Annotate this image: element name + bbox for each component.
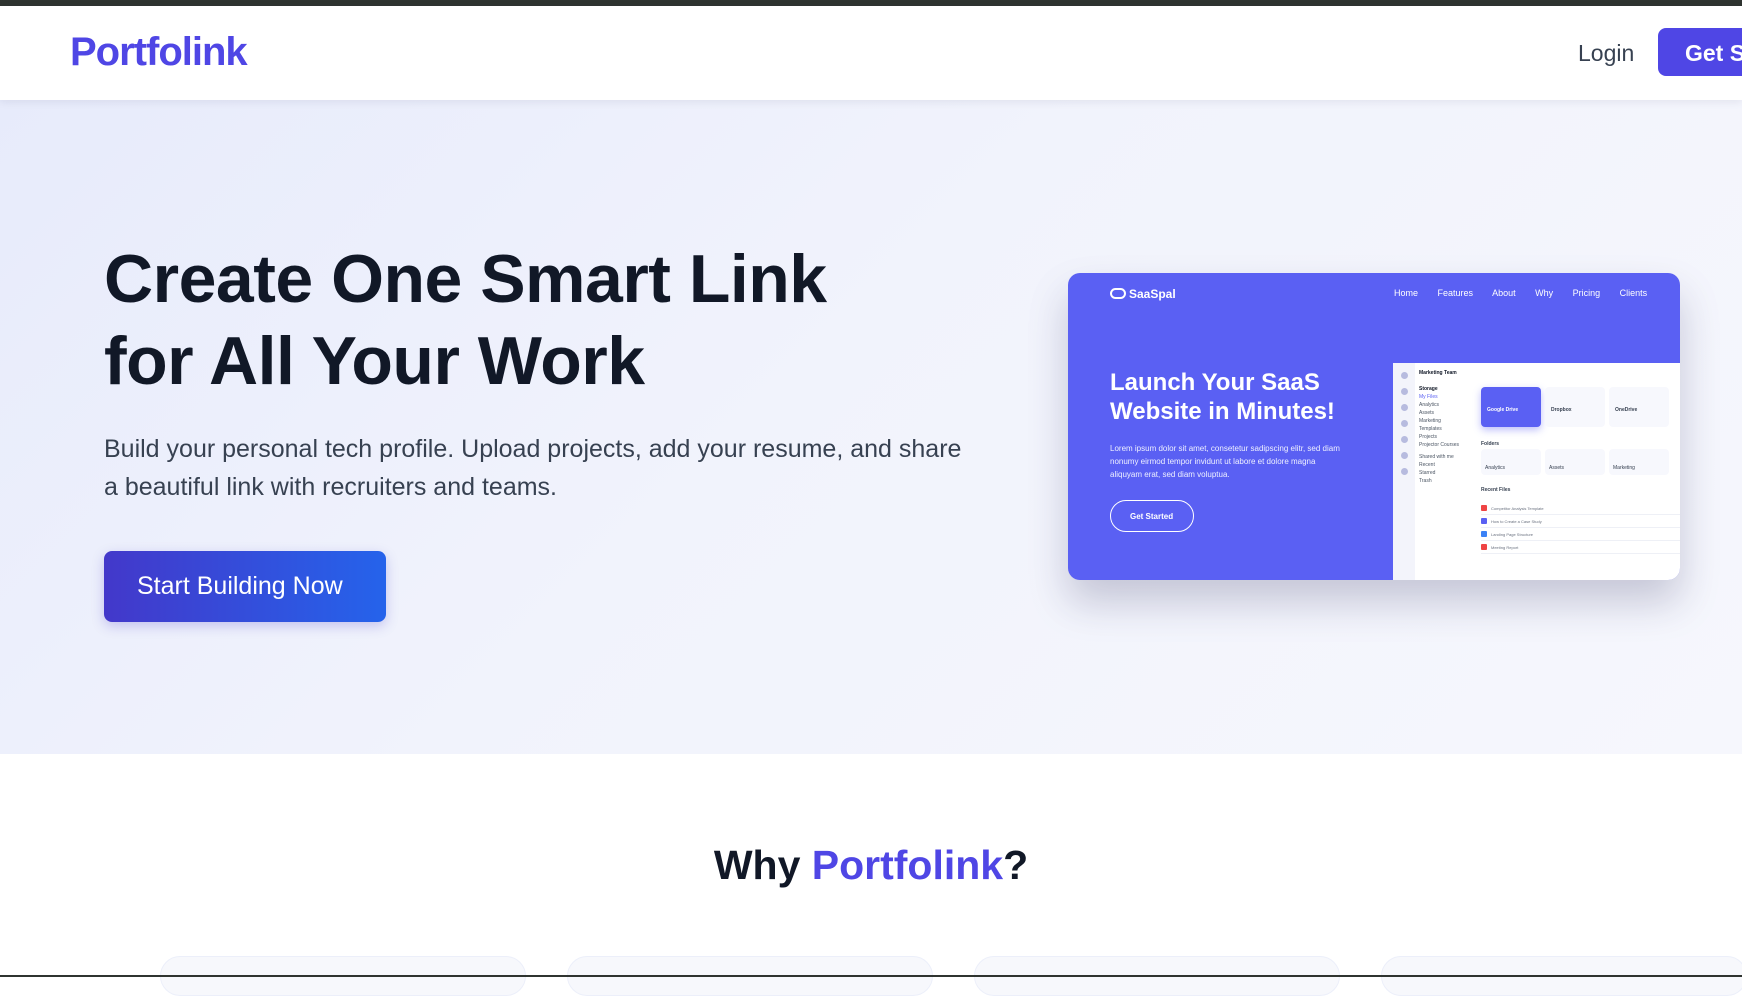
file-name: How to Create a Case Study: [1491, 519, 1542, 524]
file-row: Competitor Analysis Template: [1481, 505, 1680, 515]
hero-title-line2: for All Your Work: [104, 323, 645, 399]
hero-subtitle: Build your personal tech profile. Upload…: [104, 435, 962, 501]
hero-title-line1: Create One Smart Link: [104, 241, 827, 317]
file-name: Landing Page Structure: [1491, 532, 1534, 537]
preview-nav: Home Features About Why Pricing Clients: [1394, 288, 1664, 298]
preview-brand-label: SaaSpal: [1129, 287, 1176, 301]
preview-screenshot: SaaSpal Home Features About Why Pricing …: [1068, 273, 1680, 580]
folder-card: Marketing: [1609, 449, 1669, 475]
dashboard-my-files: My Files: [1419, 394, 1438, 400]
tree-item: Projects: [1419, 434, 1438, 440]
preview-brand: SaaSpal: [1110, 287, 1176, 301]
preview-nav-item: Features: [1437, 288, 1474, 298]
storage-card-label: OneDrive: [1615, 407, 1638, 413]
preview-body: Lorem ipsum dolor sit amet, consetetur s…: [1110, 444, 1340, 479]
file-name: Competitor Analysis Template: [1491, 506, 1544, 511]
dashboard-link: Recent: [1419, 462, 1435, 468]
why-heading: Why Portfolink?: [0, 842, 1742, 889]
storage-card-label: Google Drive: [1487, 407, 1519, 413]
dashboard-link: Starred: [1419, 470, 1436, 476]
hero-section: Create One Smart Link for All Your Work …: [0, 100, 1742, 754]
dashboard-team: Marketing Team: [1419, 370, 1457, 376]
start-building-button[interactable]: Start Building Now: [104, 551, 386, 622]
file-row: Landing Page Structure: [1481, 531, 1680, 541]
preview-button: Get Started: [1110, 500, 1194, 532]
hero-title: Create One Smart Link for All Your Work: [104, 238, 924, 402]
dashboard-link: Trash: [1419, 478, 1432, 484]
why-suffix: ?: [1003, 842, 1029, 888]
dashboard-sidebar: [1393, 363, 1415, 580]
file-row: How to Create a Case Study: [1481, 518, 1680, 528]
tree-item: Projector Courses: [1419, 442, 1460, 448]
folders-label: Folders: [1481, 441, 1500, 447]
preview-nav-item: Clients: [1619, 288, 1648, 298]
site-logo[interactable]: Portfolink: [70, 30, 248, 75]
login-link[interactable]: Login: [1578, 40, 1634, 67]
folder-label: Assets: [1549, 465, 1565, 471]
folder-card: Analytics: [1481, 449, 1541, 475]
preview-dashboard: Marketing Team Storage My Files Analytic…: [1393, 363, 1680, 580]
preview-nav-item: Why: [1535, 288, 1554, 298]
storage-card: Dropbox: [1545, 387, 1605, 427]
folder-card: Assets: [1545, 449, 1605, 475]
tree-item: Templates: [1419, 426, 1442, 432]
get-started-button[interactable]: Get S: [1658, 28, 1742, 76]
navbar: Portfolink Login Get S: [0, 6, 1742, 100]
tree-item: Analytics: [1419, 402, 1440, 408]
why-accent: Portfolink: [811, 842, 1004, 888]
folder-label: Analytics: [1485, 465, 1506, 471]
dashboard-storage: Storage: [1419, 386, 1438, 392]
preview-headline: Launch Your SaaS Website in Minutes!: [1110, 369, 1335, 425]
file-name: Meeting Report: [1491, 545, 1519, 550]
tree-item: Marketing: [1419, 418, 1441, 424]
preview-nav-item: About: [1492, 288, 1516, 298]
file-row: Meeting Report: [1481, 544, 1680, 554]
dashboard-link: Shared with me: [1419, 454, 1454, 460]
cloud-icon: [1110, 288, 1126, 299]
why-prefix: Why: [713, 842, 812, 888]
storage-card-label: Dropbox: [1551, 407, 1572, 413]
recent-files-label: Recent Files: [1481, 487, 1511, 493]
preview-nav-item: Home: [1394, 288, 1419, 298]
storage-card: Google Drive: [1481, 387, 1541, 427]
folder-label: Marketing: [1613, 465, 1635, 471]
dashboard-tree: Marketing Team Storage My Files Analytic…: [1419, 369, 1475, 485]
storage-card: OneDrive: [1609, 387, 1669, 427]
tree-item: Assets: [1419, 410, 1435, 416]
preview-nav-item: Pricing: [1572, 288, 1601, 298]
